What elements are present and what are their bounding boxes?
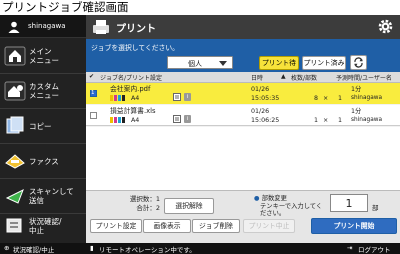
- user-filter-value: 個人: [188, 60, 202, 68]
- column-date[interactable]: 日時: [251, 73, 263, 82]
- color-mode-icon: [110, 117, 125, 123]
- document-settings-icon: [173, 115, 181, 123]
- job-user: shinagawa: [351, 117, 383, 123]
- sidebar-label-copy: コピー: [29, 122, 52, 131]
- action-footer: 選択数：1 合計：2 選択解除 ● 部数変更 テンキーで入力してください。 1 …: [86, 190, 400, 243]
- user-filter-dropdown[interactable]: 個人: [167, 56, 233, 69]
- scan-send-icon: [5, 188, 24, 204]
- times-sign: ×: [323, 117, 329, 124]
- job-name: 損益計算書.xls: [110, 107, 156, 115]
- image-preview-button[interactable]: 画像表示: [143, 219, 191, 233]
- header-check-mark[interactable]: ✔: [89, 73, 94, 80]
- status-monitor-icon: [6, 218, 22, 233]
- fax-icon: [5, 154, 25, 169]
- device-screen: shinagawa メイン メニュー カスタム メニュー コピー ファクス スキ…: [0, 15, 400, 254]
- times-sign: ×: [323, 95, 329, 102]
- stop-print-button[interactable]: プリント中止: [243, 219, 295, 233]
- info-icon: i: [184, 115, 191, 123]
- job-date: 01/26: [251, 86, 270, 93]
- status-monitor-link[interactable]: 状況確認/中止: [13, 244, 54, 254]
- sidebar-label-main-menu: メイン メニュー: [29, 47, 59, 65]
- home-icon: [4, 46, 26, 66]
- deselect-button[interactable]: 選択解除: [164, 198, 214, 214]
- sidebar-item-fax[interactable]: ファクス: [0, 144, 86, 179]
- job-list-header: ✔ ジョブ名/プリント設定 日時 ▲ 枚数/部数 予測時間/ユーザー名: [86, 72, 400, 83]
- job-user: shinagawa: [351, 95, 383, 101]
- paper-size: A4: [131, 117, 140, 124]
- user-icon: [8, 21, 20, 33]
- custom-menu-icon: [4, 81, 26, 101]
- job-time: 15:05:35: [251, 95, 280, 102]
- sidebar-label-scan-send: スキャンして 送信: [29, 187, 74, 205]
- copy-change-info: ● 部数変更 テンキーで入力してください。: [254, 195, 334, 218]
- bullet-icon: ●: [254, 195, 262, 202]
- row-checkbox[interactable]: [90, 112, 97, 119]
- selected-count: 選択数：1: [129, 195, 160, 203]
- column-copies[interactable]: 枚数/部数: [291, 73, 317, 82]
- job-name: 会社案内.pdf: [110, 85, 151, 93]
- sort-ascending-icon: ▲: [281, 73, 286, 80]
- printer-icon: [93, 20, 109, 34]
- user-indicator: shinagawa: [0, 15, 86, 38]
- copy-change-title: 部数変更: [261, 195, 287, 202]
- sidebar-item-status-monitor[interactable]: 状況確認/ 中止: [0, 209, 86, 244]
- chevron-down-icon: [219, 61, 227, 66]
- job-time: 15:06:25: [251, 117, 280, 124]
- start-print-button[interactable]: プリント開始: [311, 218, 397, 234]
- copy-icon: [6, 116, 24, 134]
- document-settings-icon: [173, 93, 181, 101]
- refresh-button[interactable]: [350, 55, 367, 70]
- title-bar: プリント: [86, 15, 400, 39]
- selection-counts: 選択数：1 合計：2: [112, 195, 160, 213]
- copy-change-hint: テンキーで入力してください。: [260, 202, 323, 218]
- color-mode-icon: [110, 95, 125, 101]
- status-bar: ⊕ 状況確認/中止 ▮ リモートオペレーション中です。 ⇥ ログアウト: [0, 243, 400, 254]
- user-name: shinagawa: [28, 22, 66, 30]
- info-icon: i: [184, 93, 191, 101]
- sidebar: shinagawa メイン メニュー カスタム メニュー コピー ファクス スキ…: [0, 15, 86, 243]
- job-date: 01/26: [251, 108, 270, 115]
- sidebar-item-custom-menu[interactable]: カスタム メニュー: [0, 74, 86, 109]
- copy-count-input[interactable]: 1: [330, 194, 368, 212]
- remote-op-icon: ▮: [90, 244, 94, 252]
- job-row[interactable]: 損益計算書.xls A4 i 01/26 15:06:25 1 × 1 1分 s…: [86, 105, 400, 126]
- status-monitor-icon[interactable]: ⊕: [4, 244, 9, 252]
- job-list-empty-area: [86, 127, 400, 190]
- tab-print-done[interactable]: プリント済み: [302, 56, 346, 70]
- column-job-name[interactable]: ジョブ名/プリント設定: [100, 73, 162, 82]
- sidebar-item-copy[interactable]: コピー: [0, 109, 86, 144]
- job-copies: 1: [338, 117, 343, 124]
- column-schedule-user[interactable]: 予測時間/ユーザー名: [336, 73, 392, 82]
- row-seq-number: 1: [91, 90, 95, 96]
- sidebar-label-status-monitor: 状況確認/ 中止: [29, 217, 62, 235]
- page-caption: プリントジョブ確認画面: [2, 0, 129, 14]
- job-duration: 1分: [351, 86, 362, 93]
- job-sheets: 8: [314, 95, 319, 102]
- refresh-icon: [354, 57, 363, 68]
- job-sheets: 1: [314, 117, 319, 124]
- total-count: 合計：2: [136, 204, 160, 212]
- settings-gear-icon[interactable]: [377, 18, 394, 35]
- job-copies: 1: [338, 95, 343, 102]
- logout-icon[interactable]: ⇥: [347, 244, 352, 252]
- job-toolbar: ジョブを選択してください。 個人 プリント待ち プリント済み: [86, 39, 400, 80]
- print-settings-button[interactable]: プリント設定: [90, 219, 142, 233]
- copy-unit-label: 部: [372, 204, 379, 212]
- sidebar-label-fax: ファクス: [29, 157, 59, 166]
- instruction-text: ジョブを選択してください。: [91, 44, 179, 52]
- remote-op-message: リモートオペレーション中です。: [99, 246, 196, 254]
- page-title: プリント: [116, 24, 156, 35]
- tab-print-waiting[interactable]: プリント待ち: [259, 56, 299, 80]
- main-panel: プリント ジョブを選択してください。 個人 プリント待ち プリント済み: [86, 15, 400, 243]
- job-duration: 1分: [351, 108, 362, 115]
- sidebar-item-main-menu[interactable]: メイン メニュー: [0, 39, 86, 74]
- logout-link[interactable]: ログアウト: [358, 244, 391, 254]
- paper-size: A4: [131, 95, 140, 102]
- sidebar-label-custom-menu: カスタム メニュー: [29, 82, 59, 100]
- delete-job-button[interactable]: ジョブ削除: [192, 219, 240, 233]
- job-row[interactable]: 1 会社案内.pdf A4 i 01/26 15:05:35 8 × 1 1分 …: [86, 83, 400, 104]
